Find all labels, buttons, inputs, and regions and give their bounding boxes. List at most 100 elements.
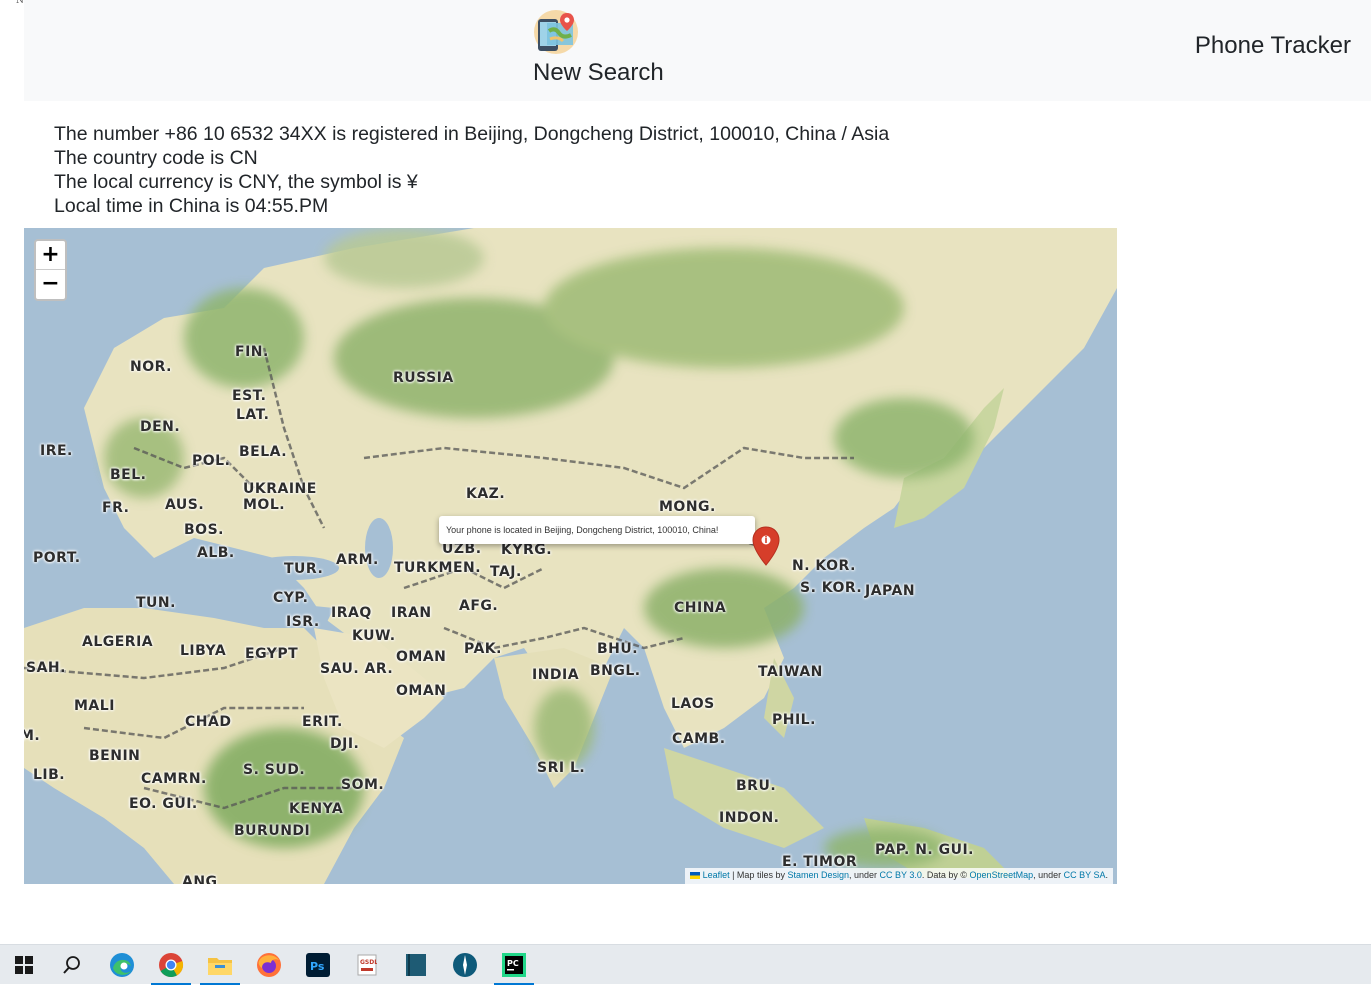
cc-by-link[interactable]: CC BY 3.0 xyxy=(880,870,922,880)
map-label: INDIA xyxy=(532,667,580,683)
compass-app-icon[interactable] xyxy=(442,945,488,985)
pycharm-icon[interactable]: PC xyxy=(491,945,537,985)
app-title[interactable]: Phone Tracker xyxy=(1195,32,1351,60)
map-label: LAOS xyxy=(671,696,715,712)
edge-icon[interactable] xyxy=(99,945,145,985)
map-label: EGYPT xyxy=(245,646,299,662)
map-label: TAIWAN xyxy=(758,664,823,680)
leaflet-link[interactable]: Leaflet xyxy=(703,870,730,880)
map-label: IRAQ xyxy=(331,605,372,621)
map-label: POL. xyxy=(192,453,231,469)
map-label: OMAN xyxy=(396,683,447,699)
map-label: KAZ. xyxy=(466,486,506,502)
map-label: BEL. xyxy=(110,467,147,483)
phone-info: The number +86 10 6532 34XX is registere… xyxy=(54,122,889,218)
map-label: S. KOR. xyxy=(800,580,863,596)
country-code-text: The country code is CN xyxy=(54,147,258,169)
map-label: CYP. xyxy=(273,590,309,606)
map-label: JAPAN xyxy=(865,583,916,599)
map-label: PAP. N. GUI. xyxy=(875,842,974,858)
chrome-icon[interactable] xyxy=(148,945,194,985)
zoom-out-button[interactable]: − xyxy=(36,270,65,299)
map-label: FR. xyxy=(102,500,130,516)
map-label: LAT. xyxy=(236,407,270,423)
map-label: BURUNDI xyxy=(234,823,311,839)
currency-text: The local currency is CNY, the symbol is… xyxy=(54,171,418,193)
zoom-control: + − xyxy=(34,239,67,301)
map-label: KENYA xyxy=(289,801,344,817)
map-label: CHAD xyxy=(185,714,232,730)
map-label: TAJ. xyxy=(490,564,522,580)
map-label: CHINA xyxy=(674,600,727,616)
map-label: ERIT. xyxy=(302,714,343,730)
map-label: RUSSIA xyxy=(393,370,454,386)
map-label: BENIN xyxy=(89,748,141,764)
map-view[interactable]: FIN. NOR. RUSSIA EST. LAT. DEN. IRE. POL… xyxy=(24,228,1117,884)
phone-map-logo-icon[interactable] xyxy=(533,9,579,55)
map-marker-icon[interactable] xyxy=(752,526,780,566)
map-label: ISR. xyxy=(286,614,320,630)
local-time-text: Local time in China is 04:55.PM xyxy=(54,195,329,217)
map-label: PHIL. xyxy=(772,712,816,728)
map-label: CAMB. xyxy=(672,731,726,747)
cc-by-sa-link[interactable]: CC BY SA xyxy=(1064,870,1106,880)
file-explorer-icon[interactable] xyxy=(197,945,243,985)
map-label: ANG xyxy=(182,874,218,884)
attribution-text: , under xyxy=(1033,870,1064,880)
svg-text:Ps: Ps xyxy=(310,960,325,973)
search-icon[interactable] xyxy=(49,945,95,985)
map-label: BOS. xyxy=(184,522,224,538)
map-label: PORT. xyxy=(33,550,81,566)
map-label: IRAN xyxy=(391,605,432,621)
stamen-link[interactable]: Stamen Design xyxy=(787,870,849,880)
map-label: AUS. xyxy=(165,497,205,513)
svg-text:GSDL: GSDL xyxy=(360,959,377,966)
map-label: UKRAINE xyxy=(243,481,317,497)
attribution-text: | Map tiles by xyxy=(729,870,788,880)
taskbar: Ps GSDL PC xyxy=(0,944,1371,985)
map-label: EST. xyxy=(232,388,267,404)
attribution-text: . xyxy=(1105,870,1108,880)
ukraine-flag-icon xyxy=(689,872,700,880)
svg-text:PC: PC xyxy=(507,959,519,968)
map-label: BNGL. xyxy=(590,663,641,679)
map-label: MALI xyxy=(74,698,115,714)
map-label: TUN. xyxy=(136,595,176,611)
book-app-icon[interactable] xyxy=(393,945,439,985)
map-label: TURKMEN. xyxy=(394,560,482,576)
registration-text: The number +86 10 6532 34XX is registere… xyxy=(54,123,890,145)
map-label: SRI L. xyxy=(537,760,586,776)
map-label: SAU. AR. xyxy=(320,661,394,677)
attribution-text: . Data by © xyxy=(921,870,970,880)
map-label: KUW. xyxy=(352,628,396,644)
location-popup[interactable]: Your phone is located in Beijing, Dongch… xyxy=(439,516,755,544)
photoshop-icon[interactable]: Ps xyxy=(295,945,341,985)
map-label: FIN. xyxy=(235,344,269,360)
map-label: S. SUD. xyxy=(243,762,306,778)
map-label: SOM. xyxy=(341,777,385,793)
map-label: N. KOR. xyxy=(792,558,856,574)
openstreetmap-link[interactable]: OpenStreetMap xyxy=(970,870,1034,880)
map-label: CAMRN. xyxy=(141,771,207,787)
zoom-in-button[interactable]: + xyxy=(36,241,65,270)
app-icon[interactable]: GSDL xyxy=(344,945,390,985)
map-label: OMAN xyxy=(396,649,447,665)
start-icon[interactable] xyxy=(1,945,47,985)
map-label: LIBYA xyxy=(180,643,227,659)
map-label: ALGERIA xyxy=(82,634,154,650)
map-label: IRE. xyxy=(40,443,73,459)
map-label: DEN. xyxy=(140,419,181,435)
header-navbar: New Search Phone Tracker xyxy=(24,0,1371,101)
map-label: ALB. xyxy=(197,545,235,561)
map-attribution: Leaflet | Map tiles by Stamen Design , un… xyxy=(684,868,1113,884)
map-label: EO. GUI. xyxy=(129,796,198,812)
map-label: PAK. xyxy=(464,641,502,657)
map-label: MONG. xyxy=(659,499,716,515)
map-label: TUR. xyxy=(284,561,324,577)
map-label: DJI. xyxy=(330,736,360,752)
corner-mark: N xyxy=(16,0,24,6)
map-label: AFG. xyxy=(459,598,499,614)
new-search-link[interactable]: New Search xyxy=(533,59,664,87)
firefox-icon[interactable] xyxy=(246,945,292,985)
map-label: LIB. xyxy=(33,767,66,783)
